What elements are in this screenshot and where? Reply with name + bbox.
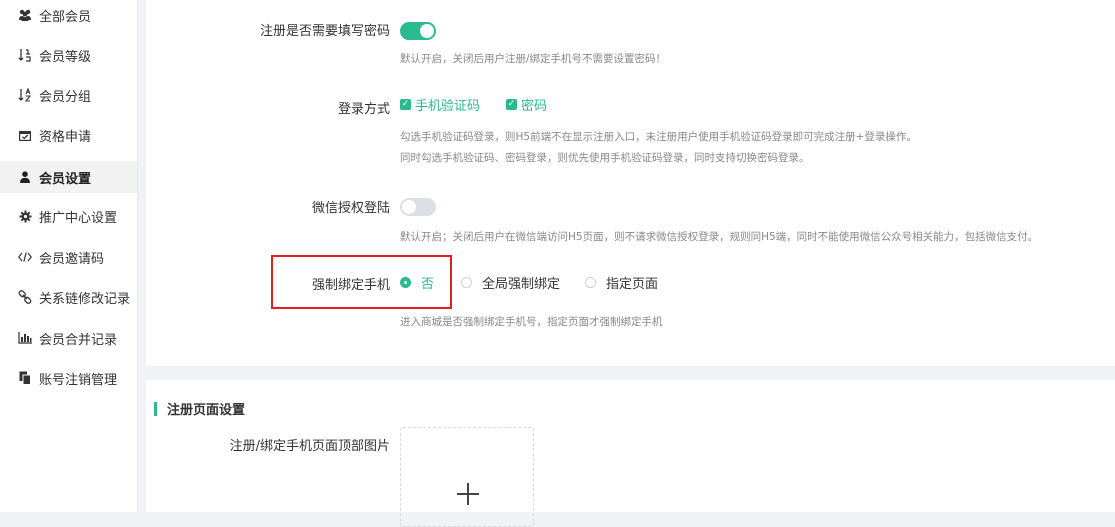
- switch-knob: [402, 200, 416, 214]
- header-image-label: 注册/绑定手机页面顶部图片: [229, 439, 390, 454]
- sidebar: 全部会员 会员等级 会员分组 资格申请 会员设置 推广中心设置 会员邀请码 关系…: [0, 0, 138, 512]
- sidebar-item-label: 会员设置: [39, 171, 92, 187]
- link-icon: [18, 290, 32, 304]
- sidebar-item-label: 推广中心设置: [39, 210, 118, 226]
- sidebar-item-member-levels[interactable]: 会员等级: [0, 39, 137, 71]
- login-method-sms-checkbox[interactable]: ✓ 手机验证码: [400, 95, 480, 114]
- sidebar-item-label: 会员合并记录: [39, 332, 118, 348]
- radio-label: 指定页面: [606, 277, 659, 292]
- sort-alpha-icon: [18, 88, 32, 102]
- sidebar-item-qualification[interactable]: 资格申请: [0, 119, 137, 151]
- login-method-label: 登录方式: [337, 102, 390, 117]
- password-required-hint: 默认开启，关闭后用户注册/绑定手机号不需要设置密码！: [400, 53, 667, 65]
- sidebar-item-label: 关系链修改记录: [39, 291, 131, 307]
- bar-chart-icon: [18, 331, 32, 345]
- sidebar-item-invite-code[interactable]: 会员邀请码: [0, 241, 137, 273]
- sidebar-item-label: 账号注销管理: [39, 372, 118, 388]
- section-accent-bar: [154, 401, 157, 416]
- users-icon: [18, 8, 32, 22]
- section-title: 注册页面设置: [154, 399, 245, 418]
- sidebar-item-label: 资格申请: [39, 129, 92, 145]
- calendar-check-icon: [18, 128, 32, 142]
- code-icon: [18, 250, 32, 264]
- sidebar-item-label: 会员等级: [39, 49, 92, 65]
- switch-knob: [420, 24, 434, 38]
- sidebar-item-label: 会员邀请码: [39, 251, 105, 267]
- password-required-label: 注册是否需要填写密码: [259, 24, 390, 39]
- radio-dot: [400, 277, 411, 288]
- wechat-auth-switch[interactable]: [400, 198, 436, 216]
- sidebar-item-all-members[interactable]: 全部会员: [0, 0, 137, 31]
- force-bind-global-radio[interactable]: 全局强制绑定: [461, 273, 560, 292]
- checkmark-icon: ✓: [506, 99, 517, 110]
- section-title-text: 注册页面设置: [167, 403, 246, 418]
- radio-label: 全局强制绑定: [482, 277, 561, 292]
- sidebar-item-promotion-settings[interactable]: 推广中心设置: [0, 200, 137, 232]
- checkbox-label: 手机验证码: [415, 99, 481, 114]
- force-bind-page-radio[interactable]: 指定页面: [585, 273, 658, 292]
- login-method-password-checkbox[interactable]: ✓ 密码: [506, 95, 547, 114]
- radio-dot: [585, 277, 596, 288]
- password-required-switch[interactable]: [400, 22, 436, 40]
- login-method-hint-2: 同时勾选手机验证码、密码登录，则优先使用手机验证码登录，同时支持切换密码登录。: [400, 152, 810, 164]
- sidebar-item-label: 会员分组: [39, 89, 92, 105]
- force-bind-no-radio[interactable]: 否: [400, 273, 434, 292]
- radio-label: 否: [421, 277, 435, 292]
- sidebar-item-account-cancel[interactable]: 账号注销管理: [0, 362, 137, 394]
- force-bind-phone-label: 强制绑定手机: [311, 278, 390, 293]
- sidebar-item-label: 全部会员: [39, 9, 92, 25]
- gear-icon: [18, 209, 32, 223]
- sidebar-item-merge-log[interactable]: 会员合并记录: [0, 322, 137, 354]
- login-method-hint-1: 勾选手机验证码登录，则H5前端不在显示注册入口，未注册用户使用手机验证码登录即可…: [400, 131, 917, 143]
- checkbox-label: 密码: [521, 99, 548, 114]
- sidebar-item-member-groups[interactable]: 会员分组: [0, 79, 137, 111]
- radio-dot: [461, 277, 472, 288]
- sidebar-item-member-settings[interactable]: 会员设置: [0, 161, 137, 193]
- wechat-auth-label: 微信授权登陆: [311, 201, 390, 216]
- copy-icon: [18, 371, 32, 385]
- force-bind-phone-hint: 进入商城是否强制绑定手机号，指定页面才强制绑定手机: [400, 316, 663, 328]
- register-page-panel: 注册页面设置 注册/绑定手机页面顶部图片: [146, 380, 1115, 527]
- image-upload-box[interactable]: [400, 427, 534, 527]
- sort-numeric-icon: [18, 48, 32, 62]
- user-icon: [18, 170, 32, 184]
- checkmark-icon: ✓: [400, 99, 411, 110]
- sidebar-item-relation-log[interactable]: 关系链修改记录: [0, 281, 137, 313]
- wechat-auth-hint: 默认开启；关闭后用户在微信端访问H5页面，则不请求微信授权登录，规则同H5端，同…: [400, 231, 1039, 243]
- member-settings-panel: 注册是否需要填写密码 默认开启，关闭后用户注册/绑定手机号不需要设置密码！ 登录…: [146, 0, 1115, 366]
